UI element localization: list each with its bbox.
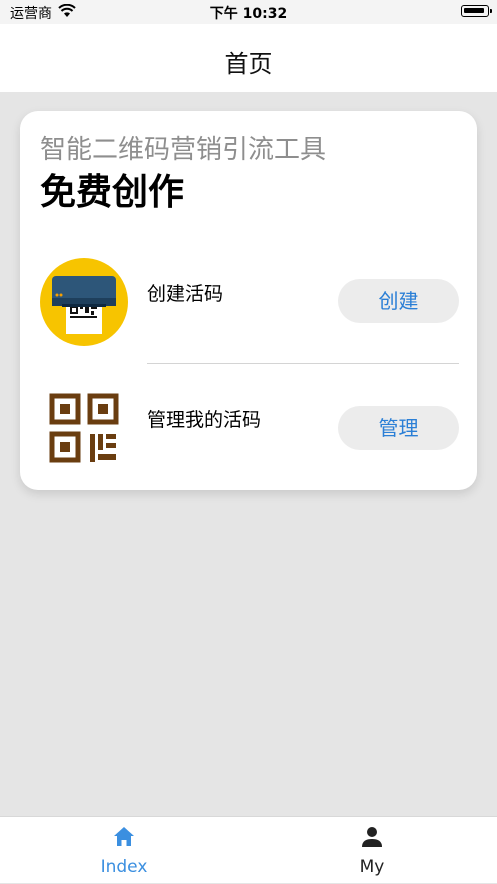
tab-bar: Index My [0, 816, 497, 883]
tab-my-label: My [359, 857, 385, 877]
status-time: 下午 10:32 [209, 6, 288, 22]
manage-button[interactable]: 管理 [338, 406, 459, 450]
card-subtitle: 智能二维码营销引流工具 [40, 135, 327, 165]
card-headline: 免费创作 [40, 172, 185, 213]
tab-index[interactable]: Index [0, 817, 248, 884]
tab-my[interactable]: My [248, 817, 496, 884]
divider [147, 363, 459, 364]
feature-card: 智能二维码营销引流工具 免费创作 创建活码 创建 管理我的活码 管理 [20, 111, 477, 490]
printer-qr-icon [40, 258, 128, 346]
battery-icon [461, 5, 492, 17]
person-icon [362, 827, 382, 847]
tab-index-label: Index [100, 857, 148, 877]
status-bar: 运营商 下午 10:32 [0, 0, 497, 24]
home-icon [114, 827, 134, 846]
navigation-bar: 首页 [0, 24, 497, 92]
page-title: 首页 [224, 50, 273, 78]
manage-code-label: 管理我的活码 [147, 409, 262, 431]
create-code-label: 创建活码 [147, 283, 224, 305]
create-button[interactable]: 创建 [338, 279, 459, 323]
qr-code-icon [40, 386, 128, 474]
